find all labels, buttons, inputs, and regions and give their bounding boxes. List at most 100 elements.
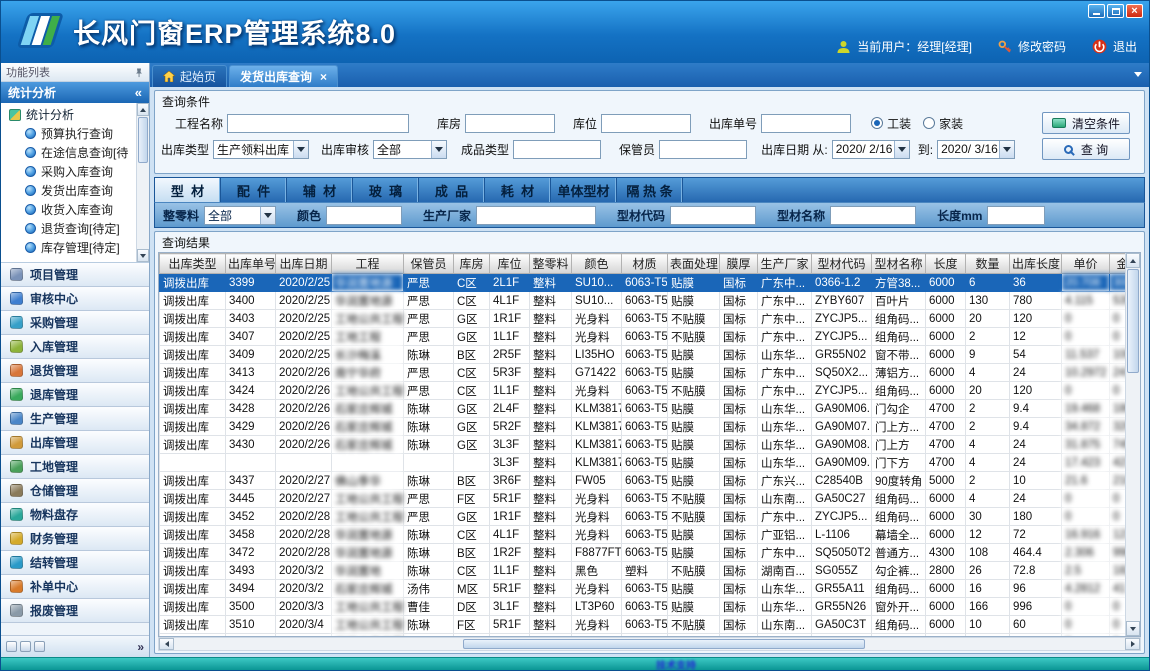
audit-select[interactable]: 全部 — [373, 140, 447, 159]
column-header[interactable]: 颜色 — [572, 254, 622, 274]
column-header[interactable]: 工程 — [332, 254, 404, 274]
sidebar-item-site[interactable]: 工地管理 — [1, 455, 149, 479]
table-row[interactable]: 调拨出库34002020/2/25华润置地源严思C区4L1F整料SU10...6… — [160, 292, 1126, 310]
tab-start-page[interactable]: 起始页 — [152, 65, 227, 87]
material-tab-3[interactable]: 玻 璃 — [353, 178, 419, 202]
table-row[interactable]: 调拨出库34932020/3/2华润置地陈琳C区1L1F整料黑色塑料不贴膜国标湖… — [160, 562, 1126, 580]
tree-item[interactable]: 预算执行查询 — [1, 124, 149, 143]
keeper-input[interactable] — [659, 140, 747, 159]
table-row[interactable]: 调拨出库34302020/2/26石家庄辉城陈琳G区3L3F整料KLM38176… — [160, 436, 1126, 454]
sidebar-item-purchase[interactable]: 采购管理 — [1, 311, 149, 335]
date-from-picker[interactable]: 2020/ 2/16 — [832, 140, 910, 159]
column-header[interactable]: 材质 — [622, 254, 668, 274]
change-password-link[interactable]: 修改密码 — [1018, 38, 1066, 55]
collapse-icon[interactable]: « — [135, 85, 142, 100]
sidebar-item-storage[interactable]: 仓储管理 — [1, 479, 149, 503]
tree-item[interactable]: 退货查询[待定] — [1, 219, 149, 238]
column-header[interactable]: 出库长度 — [1010, 254, 1062, 274]
column-header[interactable]: 出库类型 — [160, 254, 226, 274]
tree-root-statistics[interactable]: 统计分析 — [1, 105, 149, 124]
toolbar-icon[interactable] — [6, 641, 17, 652]
search-button[interactable]: 查 询 — [1042, 138, 1130, 160]
sidebar-item-finance[interactable]: 财务管理 — [1, 527, 149, 551]
column-header[interactable]: 型材名称 — [872, 254, 926, 274]
scroll-up-icon[interactable] — [137, 103, 149, 116]
table-row[interactable]: 调拨出库34372020/2/27佛山季华陈琳B区3R6F整料FW056063-… — [160, 472, 1126, 490]
length-input[interactable] — [987, 206, 1045, 225]
sidebar-item-audit[interactable]: 审核中心 — [1, 287, 149, 311]
product-type-input[interactable] — [513, 140, 601, 159]
color-input[interactable] — [326, 206, 402, 225]
maximize-button[interactable] — [1107, 4, 1124, 18]
tree-scrollbar[interactable] — [136, 103, 149, 262]
scroll-down-icon[interactable] — [1126, 621, 1140, 636]
column-header[interactable]: 单价 — [1062, 254, 1110, 274]
tree-scroll-thumb[interactable] — [138, 117, 148, 163]
column-header[interactable]: 金额 — [1110, 254, 1126, 274]
tab-list-dropdown-icon[interactable] — [1134, 72, 1142, 77]
scroll-up-icon[interactable] — [1126, 253, 1140, 268]
table-row[interactable]: 调拨出库34942020/3/2石家庄辉城汤伟M区5R1F整料光身料6063-T… — [160, 580, 1126, 598]
column-header[interactable]: 保管员 — [404, 254, 454, 274]
profile-name-input[interactable] — [830, 206, 916, 225]
material-tab-2[interactable]: 辅 材 — [287, 178, 353, 202]
more-options-icon[interactable]: » — [137, 640, 144, 654]
sidebar-group-statistics[interactable]: 统计分析 « — [1, 82, 149, 103]
column-header[interactable]: 长度 — [926, 254, 966, 274]
table-row[interactable]: 调拨出库34072020/2/25工地工程严思G区1L1F整料光身料6063-T… — [160, 328, 1126, 346]
tree-item[interactable]: 在途信息查询[待 — [1, 143, 149, 162]
table-row[interactable]: 调拨出库35102020/3/4工地公共工程陈琳F区5R1F整料光身料6063-… — [160, 616, 1126, 634]
sidebar-item-inventory[interactable]: 物料盘存 — [1, 503, 149, 527]
logout-link[interactable]: 退出 — [1113, 38, 1137, 55]
material-tab-7[interactable]: 隔 热 条 — [617, 178, 683, 202]
order-no-input[interactable] — [761, 114, 851, 133]
table-row[interactable]: 调拨出库34292020/2/26石家庄辉城陈琳G区5R2F整料KLM38176… — [160, 418, 1126, 436]
material-tab-0[interactable]: 型 材 — [155, 178, 221, 202]
table-row[interactable]: 调拨出库33992020/2/25华润置地源严思C区2L1F整料SU10...6… — [160, 274, 1126, 292]
material-tab-5[interactable]: 耗 材 — [485, 178, 551, 202]
column-header[interactable]: 型材代码 — [812, 254, 872, 274]
scroll-left-icon[interactable] — [159, 638, 174, 650]
column-header[interactable]: 表面处理 — [668, 254, 720, 274]
column-header[interactable]: 库房 — [454, 254, 490, 274]
sidebar-item-carryover[interactable]: 结转管理 — [1, 551, 149, 575]
tree-item[interactable]: 发货出库查询 — [1, 181, 149, 200]
close-button[interactable]: × — [1126, 4, 1143, 18]
column-header[interactable]: 出库日期 — [276, 254, 332, 274]
table-row[interactable]: 调拨出库34282020/2/26石家庄辉城陈琳G区2L4F整料KLM38176… — [160, 400, 1126, 418]
table-row[interactable]: 调拨出库35002020/3/3工地公共工程曹佳D区3L1F整料LT3P6060… — [160, 598, 1126, 616]
vertical-scroll-thumb[interactable] — [1127, 269, 1139, 373]
table-row[interactable]: 调拨出库34722020/2/28华润置地源陈琳B区1R2F整料F8877FT6… — [160, 544, 1126, 562]
sidebar-item-outbound[interactable]: 出库管理 — [1, 431, 149, 455]
sidebar-item-production[interactable]: 生产管理 — [1, 407, 149, 431]
toolbar-icon[interactable] — [20, 641, 31, 652]
manufacturer-input[interactable] — [476, 206, 596, 225]
clear-conditions-button[interactable]: 清空条件 — [1042, 112, 1130, 134]
sidebar-item-project[interactable]: 项目管理 — [1, 263, 149, 287]
sidebar-item-inbound[interactable]: 入库管理 — [1, 335, 149, 359]
column-header[interactable]: 数量 — [966, 254, 1010, 274]
table-row[interactable]: 调拨出库34582020/2/28华润置地源陈琳C区4L1F整料光身料6063-… — [160, 526, 1126, 544]
column-header[interactable]: 库位 — [490, 254, 530, 274]
scroll-down-icon[interactable] — [137, 249, 149, 262]
material-tab-6[interactable]: 单体型材 — [551, 178, 617, 202]
table-row[interactable]: 调拨出库34092020/2/25长沙梅溪陈琳B区2R5F整料LI35HO606… — [160, 346, 1126, 364]
tab-shipping-outbound-query[interactable]: 发货出库查询 × — [229, 65, 338, 87]
location-input[interactable] — [601, 114, 691, 133]
column-header[interactable]: 整零料 — [530, 254, 572, 274]
material-tab-1[interactable]: 配 件 — [221, 178, 287, 202]
project-name-input[interactable] — [227, 114, 409, 133]
sidebar-item-return-goods[interactable]: 退货管理 — [1, 359, 149, 383]
tab-close-icon[interactable]: × — [320, 71, 327, 83]
table-row[interactable]: 调拨出库34452020/2/27工地公共工程严思F区5R1F整料光身料6063… — [160, 490, 1126, 508]
table-row[interactable]: 调拨出库34032020/2/25工地公共工程严思G区1R1F整料光身料6063… — [160, 310, 1126, 328]
tree-item[interactable]: 库存管理[待定] — [1, 238, 149, 257]
horizontal-scroll-thumb[interactable] — [463, 639, 865, 649]
table-row[interactable]: 调拨出库34522020/2/28工地公共工程严思G区1R1F整料光身料6063… — [160, 508, 1126, 526]
table-row[interactable]: 3L3F整料KLM38176063-T5贴膜国标山东华...GA90M09...… — [160, 454, 1126, 472]
material-tab-4[interactable]: 成 品 — [419, 178, 485, 202]
column-header[interactable]: 出库单号 — [226, 254, 276, 274]
workwear-radio[interactable]: 工装 — [871, 115, 911, 132]
sidebar-item-return-warehouse[interactable]: 退库管理 — [1, 383, 149, 407]
sidebar-item-supplement[interactable]: 补单中心 — [1, 575, 149, 599]
